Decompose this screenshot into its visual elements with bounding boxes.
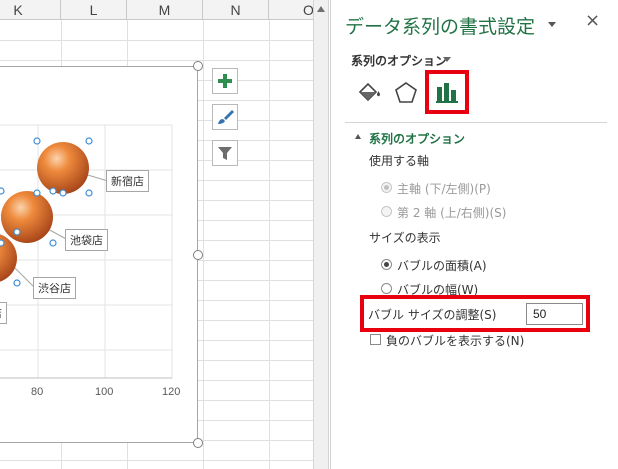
pentagon-icon — [395, 82, 417, 103]
bubble-point — [37, 142, 89, 194]
negative-bubbles-checkbox[interactable] — [370, 334, 381, 345]
x-tick-label: 80 — [31, 386, 44, 398]
bubble-area-label: バブルの面積(A) — [397, 259, 487, 273]
selection-handle — [49, 239, 57, 247]
tab-effects[interactable] — [387, 74, 425, 112]
tab-series-options[interactable] — [425, 70, 469, 114]
paint-bucket-icon — [358, 82, 380, 102]
chart-elements-button[interactable] — [212, 68, 238, 94]
selection-handle — [0, 239, 5, 247]
selection-handle — [0, 187, 5, 195]
collapse-triangle-icon[interactable] — [355, 134, 361, 139]
data-label[interactable]: 店 — [0, 302, 7, 324]
selection-handle — [85, 137, 93, 145]
tab-fill-line[interactable] — [349, 74, 387, 112]
size-heading: サイズの表示 — [369, 231, 441, 245]
bubble-width-radio[interactable] — [381, 283, 392, 294]
resize-handle[interactable] — [193, 61, 203, 71]
scroll-up-icon[interactable] — [317, 6, 325, 12]
selection-handle — [33, 137, 41, 145]
pane-title: データ系列の書式設定 — [345, 16, 536, 38]
selection-handle — [59, 189, 67, 197]
secondary-axis-label: 第 2 軸 (上/右側)(S) — [397, 206, 507, 220]
axis-heading: 使用する軸 — [369, 154, 430, 168]
selection-handle — [13, 279, 21, 287]
close-button[interactable]: × — [585, 10, 600, 31]
selection-handle — [33, 189, 41, 197]
x-tick-label: 120 — [162, 386, 181, 398]
selection-handle — [13, 228, 21, 236]
selection-handle — [85, 189, 93, 197]
plus-icon — [218, 74, 232, 88]
chevron-down-icon[interactable] — [443, 57, 451, 62]
plot-area — [0, 124, 173, 379]
bubble-point — [1, 191, 53, 243]
brush-icon — [218, 110, 234, 124]
bar-chart-icon — [436, 83, 458, 103]
section-series-options[interactable]: 系列のオプション — [369, 130, 465, 147]
filter-icon — [218, 147, 232, 160]
worksheet[interactable]: K L M N O 新宿店 池袋店 渋谷店 80 100 120 — [0, 0, 313, 469]
secondary-axis-radio[interactable] — [381, 206, 392, 217]
x-tick-label: 100 — [95, 386, 114, 398]
data-label[interactable]: 渋谷店 — [33, 277, 76, 299]
format-data-series-pane: データ系列の書式設定 × 系列のオプション 系列のオプション 使用する軸 主軸 … — [330, 0, 618, 469]
resize-handle[interactable] — [193, 250, 203, 260]
selection-handle — [49, 187, 57, 195]
bubble-scale-input[interactable]: 50 — [526, 303, 583, 325]
data-label[interactable]: 新宿店 — [106, 170, 149, 192]
data-label[interactable]: 池袋店 — [65, 229, 108, 251]
bubble-scale-label: バブル サイズの調整(S) — [368, 308, 497, 322]
resize-handle[interactable] — [193, 438, 203, 448]
chart-styles-button[interactable] — [212, 104, 238, 130]
primary-axis-label: 主軸 (下/左側)(P) — [397, 182, 491, 196]
pane-options-chevron-icon[interactable] — [548, 22, 556, 27]
divider — [345, 122, 607, 123]
negative-bubbles-label: 負のバブルを表示する(N) — [386, 334, 525, 348]
bubble-area-radio[interactable] — [381, 259, 392, 270]
sheet-scrollbar[interactable] — [313, 0, 329, 469]
chart-filters-button[interactable] — [212, 140, 238, 166]
primary-axis-radio[interactable] — [381, 182, 392, 193]
series-options-dropdown[interactable]: 系列のオプション — [351, 52, 447, 69]
